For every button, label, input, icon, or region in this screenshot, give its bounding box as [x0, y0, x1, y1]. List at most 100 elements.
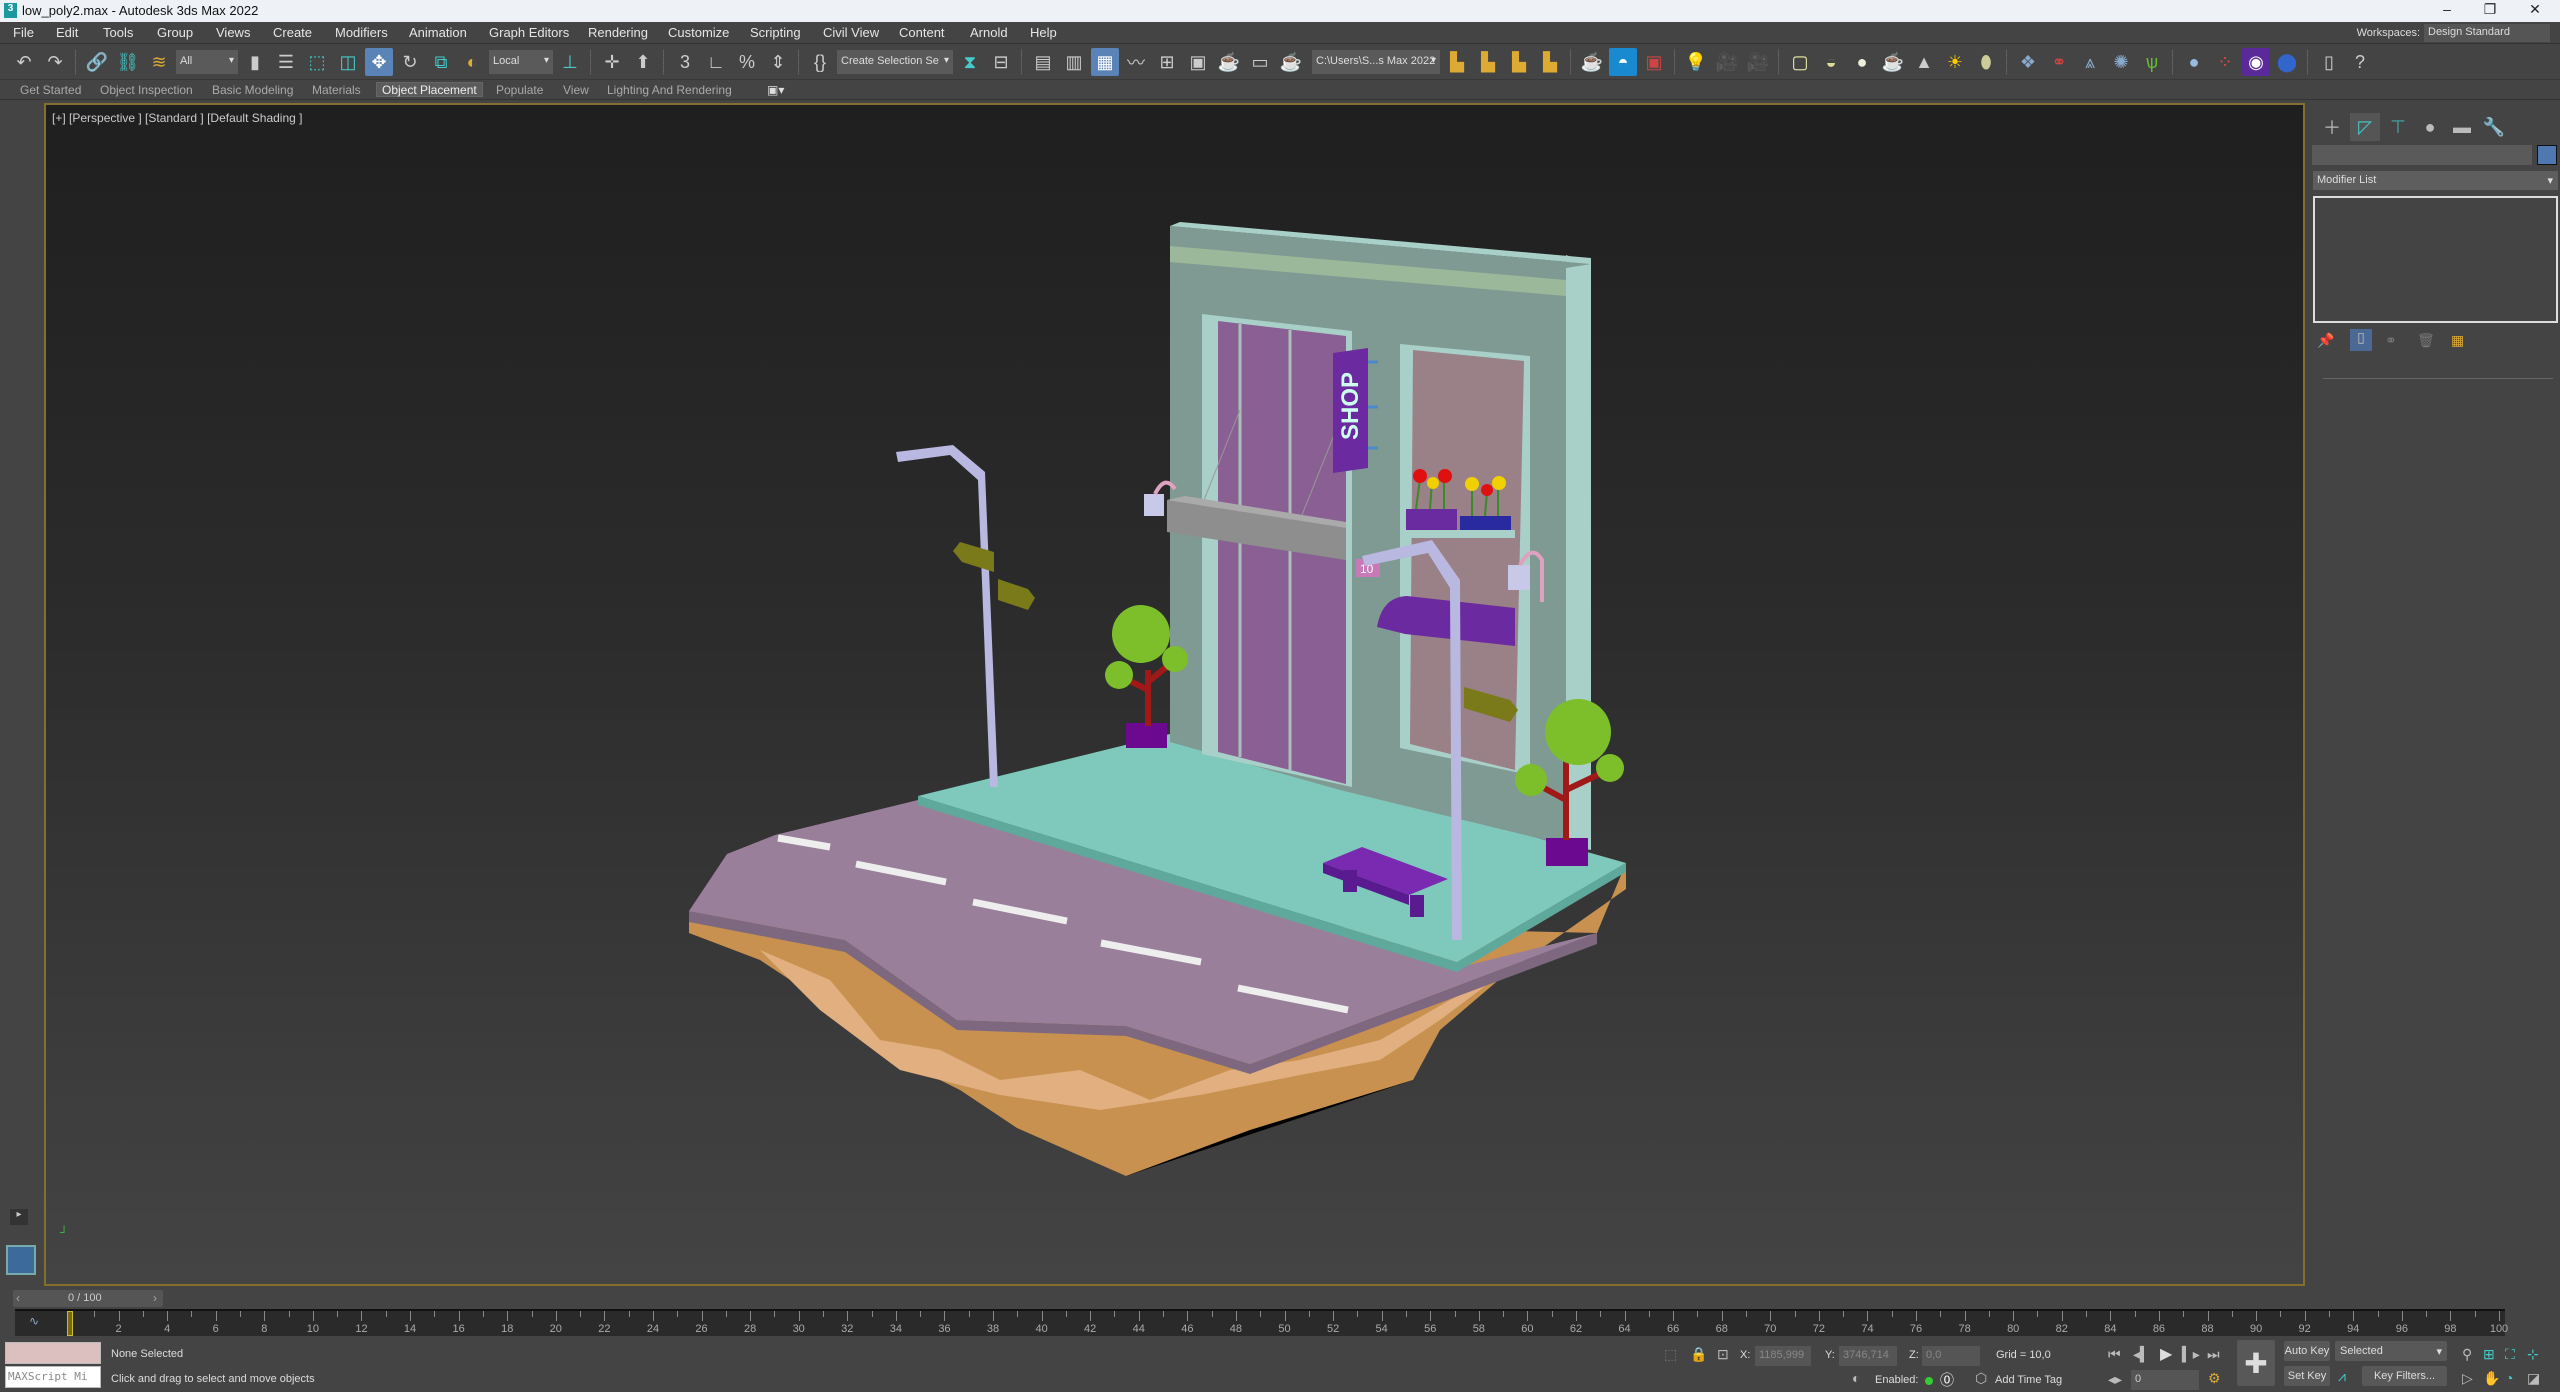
restore-button[interactable]: ❐	[2475, 1, 2505, 18]
zoom-extents-all-icon[interactable]: ⊹	[2527, 1346, 2539, 1363]
project-folder-icon[interactable]: ▙	[1474, 48, 1502, 76]
named-selection-dropdown[interactable]: Create Selection Se	[837, 50, 953, 74]
go-to-start-icon[interactable]: ⏮	[2108, 1346, 2121, 1363]
set-keys-button[interactable]: ✚	[2237, 1340, 2275, 1386]
tab-object-placement[interactable]: Object Placement	[376, 82, 483, 97]
make-unique-icon[interactable]: ⚭	[2385, 332, 2397, 349]
z-coordinate-field[interactable]: 0,0	[1922, 1346, 1980, 1366]
help-icon[interactable]: ?	[2346, 48, 2374, 76]
pan-view-icon[interactable]: ✋	[2483, 1370, 2500, 1387]
next-frame-icon[interactable]: ▍▸	[2182, 1346, 2200, 1363]
frame-window-icon[interactable]: ▣	[1640, 48, 1668, 76]
spinner-snap-icon[interactable]: ⇕	[764, 48, 792, 76]
camera-sequencer-icon[interactable]: 🎥	[1744, 48, 1772, 76]
gear-object-icon[interactable]: ✺	[2107, 48, 2135, 76]
previous-frame-icon[interactable]: ◂▍	[2133, 1346, 2151, 1363]
sphere-material-icon[interactable]: ●	[2180, 48, 2208, 76]
configure-modifier-sets-icon[interactable]: ▦	[2451, 332, 2464, 349]
key-mode-dropdown[interactable]: Selected ▾	[2335, 1341, 2447, 1361]
menu-tools[interactable]: Tools	[103, 25, 133, 40]
utilities-tab-icon[interactable]: 🔧	[2479, 113, 2509, 141]
time-slider[interactable]: ‹ 0 / 100 ›	[0, 1288, 2560, 1308]
keyboard-shortcut-override-icon[interactable]: ⬆	[629, 48, 657, 76]
current-frame-field[interactable]: 0	[2131, 1370, 2199, 1390]
modify-tab-icon[interactable]: ◸	[2350, 113, 2380, 141]
menu-file[interactable]: File	[13, 25, 34, 40]
menu-graph-editors[interactable]: Graph Editors	[489, 25, 569, 40]
ellipse-light-icon[interactable]: ⬮	[1972, 48, 2000, 76]
rectangular-selection-region-icon[interactable]: ⬚	[303, 48, 331, 76]
camera-icon[interactable]: 🎥	[1713, 48, 1741, 76]
cone-primitive-icon[interactable]: ▲	[1910, 48, 1938, 76]
color-dots-icon[interactable]: ⁘	[2211, 48, 2239, 76]
go-to-end-icon[interactable]: ⏭	[2207, 1346, 2220, 1363]
key-filters-button[interactable]: Key Filters...	[2362, 1366, 2447, 1386]
tower-icon[interactable]: ⩓	[2076, 48, 2104, 76]
snaps-toggle-icon[interactable]: 3	[671, 48, 699, 76]
select-and-link-icon[interactable]: 🔗	[83, 48, 111, 76]
set-key-button[interactable]: Set Key	[2284, 1366, 2330, 1386]
menu-scripting[interactable]: Scripting	[750, 25, 801, 40]
project-settings-icon[interactable]: ▙	[1443, 48, 1471, 76]
timeline-track[interactable]: ∿ 02468101214161820222426283032343638404…	[15, 1309, 2508, 1336]
batch-render-icon[interactable]: ▯	[2315, 48, 2343, 76]
key-mode-toggle-icon[interactable]: ◂▸	[2108, 1371, 2122, 1388]
select-and-move-icon[interactable]: ✥	[365, 48, 393, 76]
workspaces-dropdown[interactable]: Design Standard	[2424, 24, 2550, 42]
object-color-swatch[interactable]	[2537, 145, 2557, 165]
edit-named-selection-icon[interactable]: {}	[806, 48, 834, 76]
y-coordinate-field[interactable]: 3746,714	[1839, 1346, 1897, 1366]
tab-get-started[interactable]: Get Started	[15, 83, 86, 98]
maxscript-mini-listener[interactable]: MAXScript Mi	[5, 1366, 101, 1388]
pin-stack-icon[interactable]: 📌	[2317, 332, 2334, 349]
minimize-button[interactable]: –	[2432, 1, 2462, 17]
select-and-rotate-icon[interactable]: ↻	[396, 48, 424, 76]
modifier-stack[interactable]	[2313, 196, 2558, 323]
bind-to-space-warp-icon[interactable]: ≋	[145, 48, 173, 76]
percent-snap-icon[interactable]: %	[733, 48, 761, 76]
motion-tab-icon[interactable]: ●	[2415, 113, 2445, 141]
create-tab-icon[interactable]: ＋	[2317, 113, 2347, 141]
zoom-extents-icon[interactable]: ⛶	[2505, 1346, 2515, 1363]
time-configuration-icon[interactable]: ⚙	[2208, 1370, 2221, 1387]
window-crossing-icon[interactable]: ◫	[334, 48, 362, 76]
perspective-viewport[interactable]: [+] [Perspective ] [Standard ] [Default …	[44, 103, 2305, 1286]
add-time-tag[interactable]: Add Time Tag	[1995, 1374, 2062, 1386]
maxscript-listener-output[interactable]	[5, 1342, 101, 1364]
object-name-field[interactable]	[2312, 145, 2532, 165]
menu-civil-view[interactable]: Civil View	[823, 25, 879, 40]
adaptive-degradation-icon[interactable]: ◐	[1852, 1370, 1860, 1386]
pivot-center-icon[interactable]: ⊥	[556, 48, 584, 76]
select-and-manipulate-icon[interactable]: ✛	[598, 48, 626, 76]
ribbon-options-icon[interactable]: ▣▾	[762, 83, 789, 98]
tab-materials[interactable]: Materials	[307, 83, 366, 98]
reference-coordinate-dropdown[interactable]: Local	[489, 50, 553, 74]
x-coordinate-field[interactable]: 1185,999	[1755, 1346, 1811, 1366]
display-tab-icon[interactable]: ▬	[2447, 113, 2477, 141]
selection-filter-dropdown[interactable]: All	[176, 50, 238, 74]
curve-editor-icon[interactable]: 〰	[1122, 48, 1150, 76]
time-tag-toggle-icon[interactable]: ⓪	[1940, 1370, 1954, 1390]
activeshade-icon[interactable]: ◓	[1609, 48, 1637, 76]
schematic-view-icon[interactable]: ⊞	[1153, 48, 1181, 76]
render-setup-icon[interactable]: ☕	[1215, 48, 1243, 76]
menu-content[interactable]: Content	[899, 25, 945, 40]
tab-lighting-and-rendering[interactable]: Lighting And Rendering	[602, 83, 737, 98]
maximize-viewport-icon[interactable]: ◪	[2527, 1370, 2540, 1387]
material-editor-icon[interactable]: ▣	[1184, 48, 1212, 76]
project-folder-dropdown[interactable]: C:\Users\S...s Max 2022	[1312, 50, 1440, 74]
menu-modifiers[interactable]: Modifiers	[335, 25, 388, 40]
select-and-place-icon[interactable]: ◐	[458, 48, 486, 76]
menu-help[interactable]: Help	[1030, 25, 1057, 40]
grass-icon[interactable]: ѱ	[2138, 48, 2166, 76]
isolate-selection-icon[interactable]: ⬚	[1664, 1346, 1677, 1363]
scene-explorer-icon[interactable]: ▤	[1029, 48, 1057, 76]
arnold-icon[interactable]: ◉	[2242, 48, 2270, 76]
play-icon[interactable]: ▶	[2160, 1344, 2172, 1364]
render-region-icon[interactable]: ⬤	[2273, 48, 2301, 76]
menu-views[interactable]: Views	[216, 25, 250, 40]
prev-frame-icon[interactable]: ‹	[16, 1291, 20, 1305]
zoom-all-icon[interactable]: ⊞	[2483, 1346, 2495, 1363]
tab-view[interactable]: View	[558, 83, 594, 98]
orbit-icon[interactable]: ◔	[2505, 1370, 2513, 1386]
